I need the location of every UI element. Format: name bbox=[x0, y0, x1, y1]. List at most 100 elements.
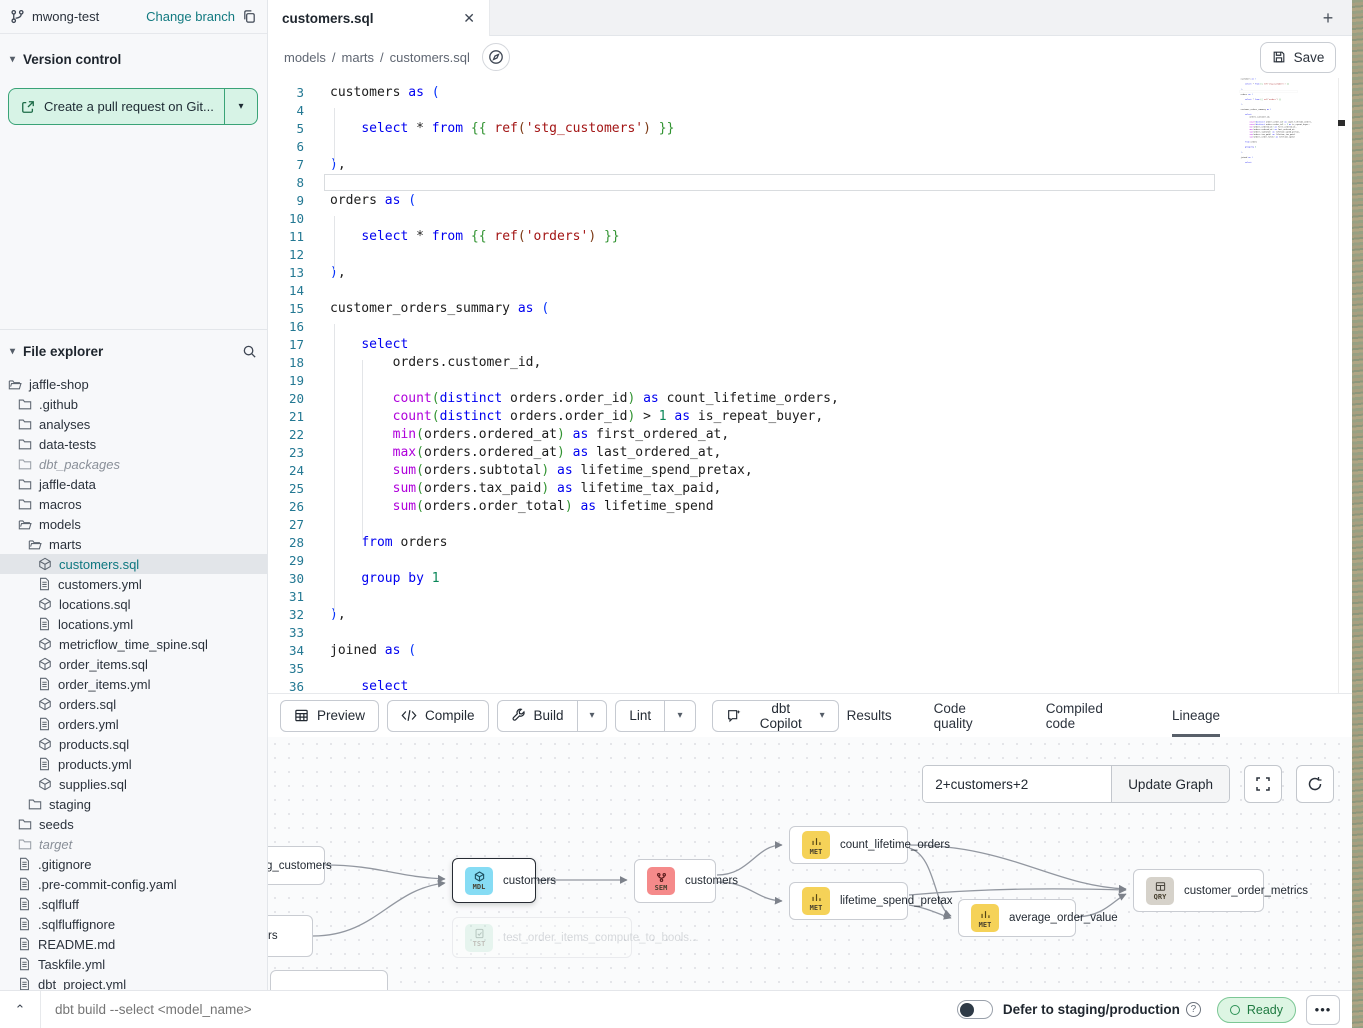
create-pr-caret[interactable]: ▾ bbox=[225, 89, 257, 124]
file-explorer-header[interactable]: ▾ File explorer bbox=[0, 338, 267, 364]
code-line-32[interactable]: 32), bbox=[268, 606, 1345, 624]
file-tree-item--pre-commit-config-yaml[interactable]: .pre-commit-config.yaml bbox=[0, 874, 267, 894]
lineage-node-average_order_value[interactable]: METaverage_order_value bbox=[958, 899, 1076, 937]
code-line-30[interactable]: 30 group by 1 bbox=[268, 570, 1345, 588]
code-line-22[interactable]: 22 min(orders.ordered_at) as first_order… bbox=[268, 426, 1345, 444]
code-line-28[interactable]: 28 from orders bbox=[268, 534, 1345, 552]
file-tree-item-products-sql[interactable]: products.sql bbox=[0, 734, 267, 754]
version-control-header[interactable]: ▾ Version control bbox=[0, 44, 267, 74]
lint-button[interactable]: Lint bbox=[616, 701, 664, 731]
code-line-34[interactable]: 34joined as ( bbox=[268, 642, 1345, 660]
code-line-10[interactable]: 10 bbox=[268, 210, 1345, 228]
file-tree-item-locations-yml[interactable]: locations.yml bbox=[0, 614, 267, 634]
file-tree-item--github[interactable]: .github bbox=[0, 394, 267, 414]
copy-icon[interactable] bbox=[242, 9, 257, 24]
code-line-5[interactable]: 5 select * from {{ ref('stg_customers') … bbox=[268, 120, 1345, 138]
save-button[interactable]: Save bbox=[1260, 42, 1336, 73]
code-line-3[interactable]: 3customers as ( bbox=[268, 84, 1345, 102]
explore-lineage-icon-button[interactable] bbox=[482, 43, 510, 71]
new-tab-button[interactable]: + bbox=[1316, 6, 1340, 30]
code-line-20[interactable]: 20 count(distinct orders.order_id) as co… bbox=[268, 390, 1345, 408]
file-tree-item-products-yml[interactable]: products.yml bbox=[0, 754, 267, 774]
chevron-up-icon[interactable]: ⌃ bbox=[0, 991, 40, 1028]
search-icon[interactable] bbox=[242, 344, 257, 359]
file-tree-item-macros[interactable]: macros bbox=[0, 494, 267, 514]
file-tree-item-jaffle-data[interactable]: jaffle-data bbox=[0, 474, 267, 494]
update-graph-button[interactable]: Update Graph bbox=[1111, 766, 1229, 802]
lineage-node-customers_mdl[interactable]: MDLcustomers bbox=[452, 858, 536, 903]
tab-lineage[interactable]: Lineage bbox=[1172, 694, 1220, 737]
lint-caret[interactable]: ▾ bbox=[665, 701, 695, 731]
code-line-24[interactable]: 24 sum(orders.subtotal) as lifetime_spen… bbox=[268, 462, 1345, 480]
dbt-command-input[interactable] bbox=[55, 1002, 957, 1017]
file-tree-item-locations-sql[interactable]: locations.sql bbox=[0, 594, 267, 614]
build-caret[interactable]: ▾ bbox=[577, 701, 606, 731]
file-tree-item-target[interactable]: target bbox=[0, 834, 267, 854]
code-line-36[interactable]: 36 select bbox=[1232, 161, 1316, 164]
change-branch-link[interactable]: Change branch bbox=[146, 9, 235, 24]
code-line-7[interactable]: 7), bbox=[268, 156, 1345, 174]
file-tree-item-readme-md[interactable]: README.md bbox=[0, 934, 267, 954]
file-tree-item-jaffle-shop[interactable]: jaffle-shop bbox=[0, 374, 267, 394]
file-tree-item-metricflow-time-spine-sql[interactable]: metricflow_time_spine.sql bbox=[0, 634, 267, 654]
file-tree-item--gitignore[interactable]: .gitignore bbox=[0, 854, 267, 874]
code-line-9[interactable]: 9orders as ( bbox=[268, 192, 1345, 210]
code-line-6[interactable]: 6 bbox=[268, 138, 1345, 156]
code-line-31[interactable]: 31 bbox=[268, 588, 1345, 606]
code-line-13[interactable]: 13), bbox=[268, 264, 1345, 282]
compile-button[interactable]: Compile bbox=[387, 700, 489, 732]
file-tree-item-taskfile-yml[interactable]: Taskfile.yml bbox=[0, 954, 267, 974]
file-tree-item-dbt-packages[interactable]: dbt_packages bbox=[0, 454, 267, 474]
tab-code-quality[interactable]: Code quality bbox=[934, 694, 1004, 737]
help-icon[interactable]: ? bbox=[1186, 1002, 1201, 1017]
code-line-4[interactable]: 4 bbox=[268, 102, 1345, 120]
file-tree-item-data-tests[interactable]: data-tests bbox=[0, 434, 267, 454]
build-button[interactable]: Build bbox=[498, 701, 577, 731]
create-pull-request-button[interactable]: Create a pull request on Git... ▾ bbox=[8, 88, 258, 125]
lineage-node-orders_src[interactable]: MDLorders bbox=[268, 915, 313, 957]
file-tree-item-customers-sql[interactable]: customers.sql bbox=[0, 554, 267, 574]
code-line-35[interactable]: 35 bbox=[268, 660, 1345, 678]
file-tree-item-dbt-project-yml[interactable]: dbt_project.yml bbox=[0, 974, 267, 990]
code-line-12[interactable]: 12 bbox=[268, 246, 1345, 264]
code-line-23[interactable]: 23 max(orders.ordered_at) as last_ordere… bbox=[268, 444, 1345, 462]
file-tree-item-seeds[interactable]: seeds bbox=[0, 814, 267, 834]
file-tree-item-orders-sql[interactable]: orders.sql bbox=[0, 694, 267, 714]
lineage-node-customer_order_metrics[interactable]: QRYcustomer_order_metrics bbox=[1133, 869, 1264, 912]
code-line-27[interactable]: 27 bbox=[268, 516, 1345, 534]
file-tree-item-staging[interactable]: staging bbox=[0, 794, 267, 814]
code-line-33[interactable]: 33 bbox=[268, 624, 1345, 642]
code-line-17[interactable]: 17 select bbox=[268, 336, 1345, 354]
defer-toggle[interactable] bbox=[957, 1000, 993, 1019]
code-line-25[interactable]: 25 sum(orders.tax_paid) as lifetime_tax_… bbox=[268, 480, 1345, 498]
file-tree-item-orders-yml[interactable]: orders.yml bbox=[0, 714, 267, 734]
lineage-node-cut[interactable] bbox=[270, 970, 388, 990]
more-options-button[interactable]: ••• bbox=[1306, 995, 1340, 1025]
file-tree-item--sqlfluff[interactable]: .sqlfluff bbox=[0, 894, 267, 914]
code-line-11[interactable]: 11 select * from {{ ref('orders') }} bbox=[268, 228, 1345, 246]
code-line-26[interactable]: 26 sum(orders.order_total) as lifetime_s… bbox=[268, 498, 1345, 516]
tab-results[interactable]: Results bbox=[847, 694, 892, 737]
lineage-node-count_lifetime_orders[interactable]: METcount_lifetime_orders bbox=[789, 826, 908, 864]
file-tree-item-order-items-yml[interactable]: order_items.yml bbox=[0, 674, 267, 694]
code-line-18[interactable]: 18 orders.customer_id, bbox=[268, 354, 1345, 372]
code-line-21[interactable]: 21 count(distinct orders.order_id) > 1 a… bbox=[268, 408, 1345, 426]
file-tree-item--sqlfluffignore[interactable]: .sqlfluffignore bbox=[0, 914, 267, 934]
code-line-19[interactable]: 19 bbox=[268, 372, 1345, 390]
file-tree-item-customers-yml[interactable]: customers.yml bbox=[0, 574, 267, 594]
file-tree-item-order-items-sql[interactable]: order_items.sql bbox=[0, 654, 267, 674]
tab-customers-sql[interactable]: customers.sql ✕ bbox=[268, 0, 490, 36]
code-editor[interactable]: 3customers as (45 select * from {{ ref('… bbox=[268, 78, 1345, 693]
lineage-node-customers_sem[interactable]: SEMcustomers bbox=[634, 859, 716, 903]
minimap[interactable]: 3customers as (45 select * from {{ ref('… bbox=[1232, 78, 1316, 200]
editor-scrollbar[interactable] bbox=[1338, 78, 1345, 693]
code-line-29[interactable]: 29 bbox=[268, 552, 1345, 570]
code-line-16[interactable]: 16 bbox=[268, 318, 1345, 336]
lineage-panel[interactable]: MDLstg_customersMDLordersMDLcustomersTST… bbox=[268, 737, 1352, 990]
code-line-14[interactable]: 14 bbox=[268, 282, 1345, 300]
close-icon[interactable]: ✕ bbox=[463, 10, 475, 27]
file-tree-item-supplies-sql[interactable]: supplies.sql bbox=[0, 774, 267, 794]
dbt-copilot-button[interactable]: dbt Copilot ▾ bbox=[712, 700, 839, 732]
code-line-36[interactable]: 36 select bbox=[268, 678, 1345, 693]
file-tree-item-analyses[interactable]: analyses bbox=[0, 414, 267, 434]
